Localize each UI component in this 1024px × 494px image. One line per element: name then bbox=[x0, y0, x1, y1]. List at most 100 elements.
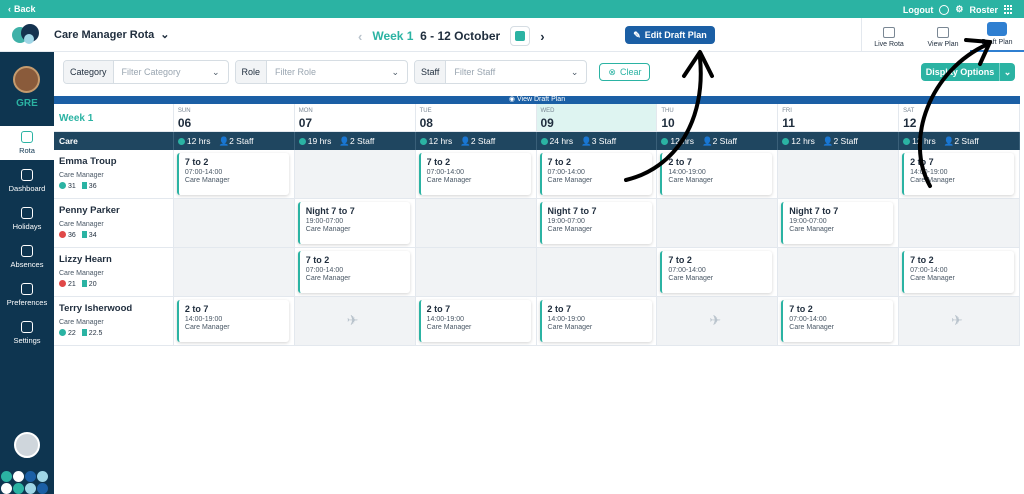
shift-time: 14:00-19:00 bbox=[910, 169, 948, 176]
shift-cell[interactable]: 7 to 2 07:00-14:00 Care Manager bbox=[295, 248, 416, 296]
clear-filters-button[interactable]: ⊗ Clear bbox=[599, 63, 651, 81]
org-avatar[interactable] bbox=[13, 66, 40, 93]
sidebar-item-settings[interactable]: Settings bbox=[0, 316, 54, 350]
shift-card[interactable]: 2 to 7 14:00-19:00 Care Manager bbox=[539, 300, 652, 342]
logout-button[interactable]: Logout bbox=[903, 5, 934, 15]
back-button[interactable]: ‹ Back bbox=[8, 4, 36, 14]
day-header-fri[interactable]: FRI 11 bbox=[778, 104, 900, 132]
sidebar-item-dashboard[interactable]: Dashboard bbox=[0, 164, 54, 198]
scheduled-hours: 22.5 bbox=[81, 329, 102, 337]
shift-cell[interactable] bbox=[415, 248, 537, 296]
prev-week-button[interactable]: ‹ bbox=[358, 29, 362, 44]
view-draft-plan-banner[interactable]: ◉ View Draft Plan bbox=[54, 96, 1020, 104]
shift-cell[interactable]: 2 to 7 14:00-19:00 Care Manager bbox=[416, 297, 537, 345]
category-filter-placeholder: Filter Category bbox=[121, 67, 181, 77]
stat-value: 21 bbox=[68, 281, 76, 288]
gear-icon[interactable]: ⚙ bbox=[955, 4, 963, 15]
shift-card[interactable]: 7 to 2 07:00-14:00 Care Manager bbox=[902, 251, 1015, 293]
category-filter-select[interactable]: Filter Category ⌄ bbox=[114, 61, 228, 83]
staff-role: Care Manager bbox=[59, 270, 104, 277]
clock-icon bbox=[661, 138, 669, 145]
shift-cell[interactable] bbox=[899, 199, 1021, 247]
apps-grid-icon[interactable] bbox=[1004, 4, 1014, 15]
rota-title-dropdown[interactable]: Care Manager Rota ⌄ bbox=[54, 28, 169, 42]
shift-cell[interactable]: ✈ bbox=[899, 297, 1021, 345]
shift-time: 07:00-14:00 bbox=[305, 267, 344, 274]
sidebar-item-rota[interactable]: Rota bbox=[0, 126, 54, 160]
roster-button[interactable]: Roster bbox=[969, 5, 998, 15]
edit-draft-plan-button[interactable]: ✎ Edit Draft Plan bbox=[625, 26, 715, 44]
staff-info[interactable]: Lizzy Hearn Care Manager 21 20 bbox=[54, 248, 174, 296]
user-avatar[interactable] bbox=[14, 432, 40, 458]
shift-cell[interactable] bbox=[536, 248, 658, 296]
shift-card[interactable]: 7 to 2 07:00-14:00 Care Manager bbox=[297, 251, 410, 293]
person-icon: 👤 bbox=[943, 135, 955, 146]
shift-cell[interactable]: 7 to 2 07:00-14:00 Care Manager bbox=[537, 150, 658, 198]
shift-cell[interactable]: ✈ bbox=[657, 297, 779, 345]
tab-view-plan[interactable]: View Plan bbox=[916, 18, 970, 52]
shift-cell[interactable] bbox=[294, 150, 416, 198]
shift-card[interactable]: 7 to 2 07:00-14:00 Care Manager bbox=[418, 153, 531, 195]
shift-cell[interactable]: 7 to 2 07:00-14:00 Care Manager bbox=[174, 150, 295, 198]
staff-info[interactable]: Penny Parker Care Manager 36 34 bbox=[54, 199, 174, 247]
clipboard-icon bbox=[883, 27, 895, 38]
shift-cell[interactable]: 2 to 7 14:00-19:00 Care Manager bbox=[174, 297, 295, 345]
shift-cell[interactable] bbox=[657, 199, 779, 247]
person-icon: 👤 bbox=[339, 135, 350, 146]
tab-draft-plan[interactable]: Draft Plan bbox=[970, 18, 1024, 52]
chevron-down-icon: ⌄ bbox=[570, 66, 579, 77]
shift-card[interactable]: 2 to 7 14:00-19:00 Care Manager bbox=[176, 300, 289, 342]
shift-cell[interactable]: Night 7 to 7 19:00-07:00 Care Manager bbox=[295, 199, 416, 247]
shift-cell[interactable]: ✈ bbox=[294, 297, 416, 345]
chevron-down-icon[interactable]: ⌄ bbox=[999, 63, 1015, 81]
shift-cell[interactable]: 2 to 7 14:00-19:00 Care Manager bbox=[899, 150, 1021, 198]
staff-stats: 36 34 bbox=[59, 231, 168, 239]
day-header-mon[interactable]: MON 07 bbox=[294, 104, 416, 132]
shift-cell[interactable] bbox=[173, 199, 295, 247]
sidebar-item-absences[interactable]: Absences bbox=[0, 240, 54, 274]
shift-cell[interactable] bbox=[173, 248, 295, 296]
display-options-button[interactable]: Display Options ⌄ bbox=[921, 63, 1015, 81]
top-bar-actions: Logout ⚙ Roster bbox=[903, 4, 1014, 15]
shift-cell[interactable]: 2 to 7 14:00-19:00 Care Manager bbox=[657, 150, 779, 198]
shift-card[interactable]: 7 to 2 07:00-14:00 Care Manager bbox=[660, 251, 773, 293]
sidebar-item-preferences[interactable]: Preferences bbox=[0, 278, 54, 312]
shift-card[interactable]: 2 to 7 14:00-19:00 Care Manager bbox=[902, 153, 1015, 195]
shift-card[interactable]: Night 7 to 7 19:00-07:00 Care Manager bbox=[297, 202, 410, 244]
next-week-button[interactable]: › bbox=[540, 29, 544, 44]
day-header-sat[interactable]: SAT 12 bbox=[899, 104, 1020, 132]
staff-info[interactable]: Emma Troup Care Manager 31 36 bbox=[54, 150, 174, 198]
shift-card[interactable]: 7 to 2 07:00-14:00 Care Manager bbox=[176, 153, 289, 195]
shift-cell[interactable] bbox=[778, 150, 900, 198]
shift-cell[interactable]: 7 to 2 07:00-14:00 Care Manager bbox=[778, 297, 900, 345]
logout-icon[interactable] bbox=[939, 4, 950, 15]
shift-card[interactable]: Night 7 to 7 19:00-07:00 Care Manager bbox=[781, 202, 894, 244]
tab-live-rota[interactable]: Live Rota bbox=[862, 18, 916, 52]
shift-time: 14:00-19:00 bbox=[184, 316, 223, 323]
role-filter-select[interactable]: Filter Role ⌄ bbox=[267, 61, 407, 83]
shift-cell[interactable]: 7 to 2 07:00-14:00 Care Manager bbox=[899, 248, 1021, 296]
day-header-wed[interactable]: WED 09 bbox=[536, 104, 658, 132]
shift-card[interactable]: 7 to 2 07:00-14:00 Care Manager bbox=[781, 300, 894, 342]
day-header-thu[interactable]: THU 10 bbox=[657, 104, 779, 132]
shift-cell[interactable] bbox=[778, 248, 900, 296]
shift-card[interactable]: 7 to 2 07:00-14:00 Care Manager bbox=[539, 153, 652, 195]
calendar-picker-button[interactable] bbox=[510, 26, 531, 46]
day-header-sun[interactable]: SUN 06 bbox=[173, 104, 295, 132]
shift-cell[interactable]: Night 7 to 7 19:00-07:00 Care Manager bbox=[537, 199, 658, 247]
shift-card[interactable]: 2 to 7 14:00-19:00 Care Manager bbox=[418, 300, 531, 342]
shift-card[interactable]: 2 to 7 14:00-19:00 Care Manager bbox=[660, 153, 773, 195]
shift-cell[interactable]: 2 to 7 14:00-19:00 Care Manager bbox=[537, 297, 658, 345]
staff-info[interactable]: Terry Isherwood Care Manager 22 22.5 bbox=[54, 297, 174, 345]
day-number: 11 bbox=[782, 116, 795, 130]
day-header-tue[interactable]: TUE 08 bbox=[415, 104, 537, 132]
person-icon: 👤 bbox=[218, 135, 230, 146]
shift-cell[interactable]: Night 7 to 7 19:00-07:00 Care Manager bbox=[778, 199, 900, 247]
shift-cell[interactable] bbox=[415, 199, 537, 247]
staff-filter-select[interactable]: Filter Staff ⌄ bbox=[446, 61, 586, 83]
grid-week-label: Week 1 bbox=[59, 113, 94, 124]
shift-cell[interactable]: 7 to 2 07:00-14:00 Care Manager bbox=[416, 150, 537, 198]
shift-card[interactable]: Night 7 to 7 19:00-07:00 Care Manager bbox=[539, 202, 652, 244]
shift-cell[interactable]: 7 to 2 07:00-14:00 Care Manager bbox=[657, 248, 779, 296]
sidebar-item-holidays[interactable]: Holidays bbox=[0, 202, 54, 236]
